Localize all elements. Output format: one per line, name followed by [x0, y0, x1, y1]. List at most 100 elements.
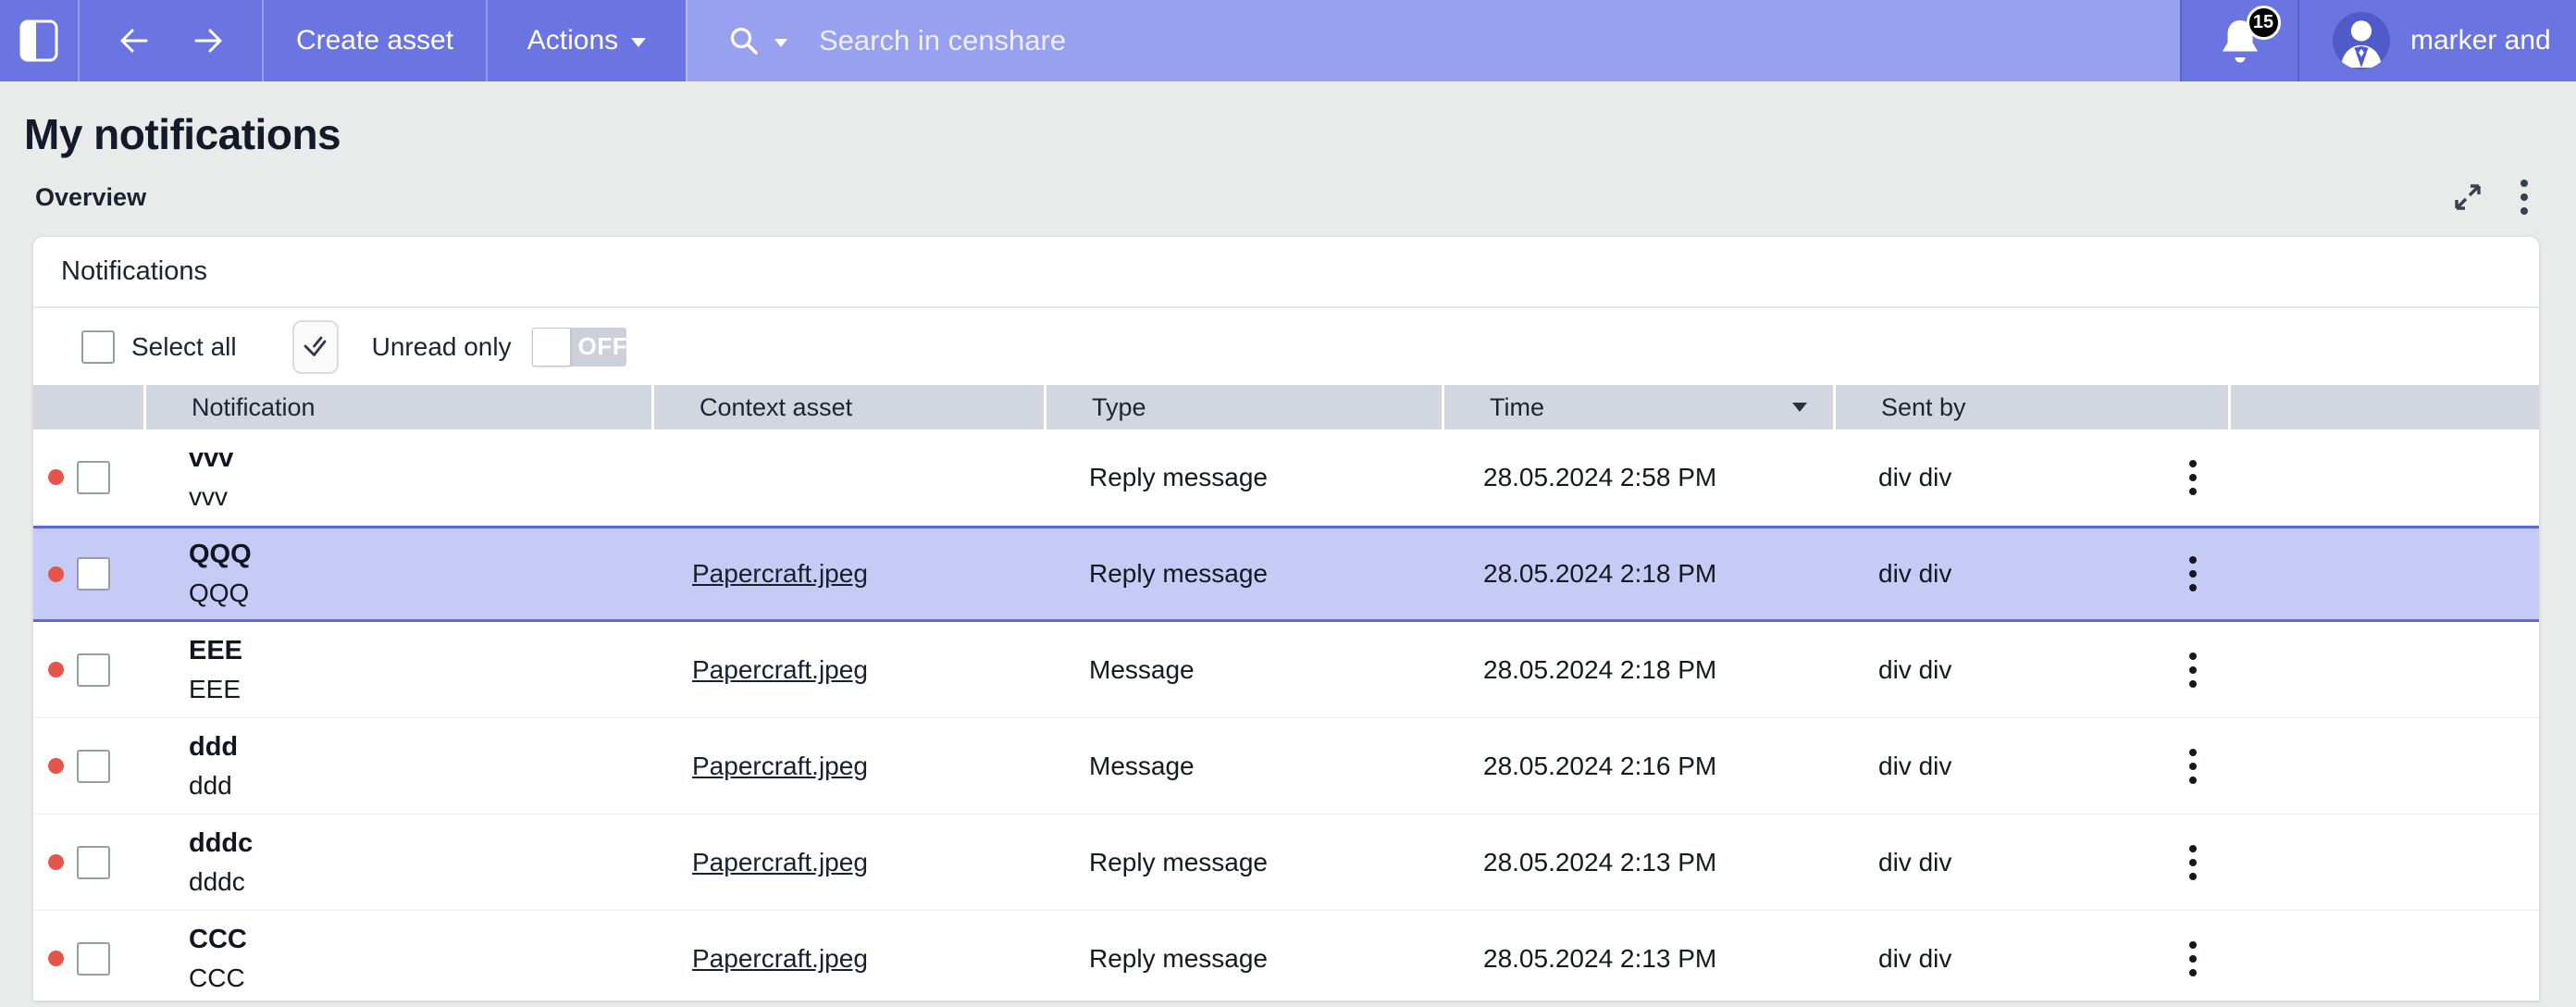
context-asset-link[interactable]: Papercraft.jpeg: [692, 848, 868, 877]
row-checkbox[interactable]: [77, 653, 110, 687]
expand-icon[interactable]: [2452, 181, 2483, 213]
header-context-asset[interactable]: Context asset: [651, 385, 1044, 429]
type-cell: Reply message: [1044, 814, 1442, 910]
select-all-label: Select all: [131, 332, 237, 362]
row-selection-cell: [33, 528, 143, 619]
notification-subtitle: dddc: [189, 867, 245, 897]
actions-label: Actions: [527, 25, 618, 56]
row-selection-cell: [33, 718, 143, 814]
search-input[interactable]: [819, 24, 1652, 57]
create-asset-button[interactable]: Create asset: [262, 0, 486, 81]
select-all-checkbox[interactable]: [81, 330, 115, 364]
row-selection-cell: [33, 622, 143, 717]
sent-by-cell: div div: [1833, 429, 2228, 525]
user-menu-button[interactable]: marker and: [2297, 0, 2576, 81]
row-checkbox[interactable]: [77, 942, 110, 976]
chevron-down-icon: [631, 38, 646, 47]
table-row[interactable]: ddd ddd Papercraft.jpeg Message 28.05.20…: [33, 718, 2539, 814]
notification-cell: QQQ QQQ: [143, 528, 651, 619]
table-row[interactable]: QQQ QQQ Papercraft.jpeg Reply message 28…: [33, 526, 2539, 622]
row-kebab-menu-icon[interactable]: [2189, 845, 2197, 880]
forward-arrow-icon[interactable]: [189, 21, 228, 60]
header-type[interactable]: Type: [1044, 385, 1442, 429]
unread-indicator-dot: [48, 854, 64, 870]
context-asset-cell: Papercraft.jpeg: [651, 814, 1044, 910]
notification-subtitle: ddd: [189, 771, 232, 801]
unread-indicator-dot: [48, 469, 64, 485]
panel-header: Notifications: [33, 237, 2539, 308]
sent-by-cell: div div: [1833, 814, 2228, 910]
row-actions-cell: [2228, 429, 2539, 525]
header-time[interactable]: Time: [1442, 385, 1833, 429]
row-actions-cell: [2228, 528, 2539, 619]
sort-descending-icon[interactable]: [1792, 403, 1807, 412]
section-title: Overview: [35, 183, 146, 212]
row-actions-cell: [2228, 622, 2539, 717]
notification-title: dddc: [189, 828, 253, 859]
table-row[interactable]: vvv vvv Reply message 28.05.2024 2:58 PM…: [33, 429, 2539, 526]
type-cell: Message: [1044, 718, 1442, 814]
overview-kebab-menu-icon[interactable]: [2520, 180, 2528, 215]
context-asset-cell: Papercraft.jpeg: [651, 622, 1044, 717]
sent-by-cell: div div: [1833, 528, 2228, 619]
unread-only-label: Unread only: [372, 332, 512, 362]
header-selection-column: [33, 385, 143, 429]
mark-multiple-read-button[interactable]: [292, 320, 339, 374]
table-row[interactable]: dddc dddc Papercraft.jpeg Reply message …: [33, 814, 2539, 911]
sent-by-value: div div: [1878, 463, 1951, 492]
row-actions-cell: [2228, 911, 2539, 1001]
row-kebab-menu-icon[interactable]: [2189, 460, 2197, 495]
notification-title: QQQ: [189, 540, 252, 570]
row-checkbox[interactable]: [77, 846, 110, 879]
create-asset-label: Create asset: [296, 25, 453, 56]
toggle-state-label: OFF: [578, 332, 625, 361]
unread-only-toggle[interactable]: OFF: [532, 328, 626, 367]
header-notification[interactable]: Notification: [143, 385, 651, 429]
notification-cell: EEE EEE: [143, 622, 651, 717]
context-asset-link[interactable]: Papercraft.jpeg: [692, 752, 868, 781]
sent-by-cell: div div: [1833, 718, 2228, 814]
context-asset-link[interactable]: Papercraft.jpeg: [692, 655, 868, 685]
sent-by-value: div div: [1878, 559, 1951, 589]
row-kebab-menu-icon[interactable]: [2189, 749, 2197, 784]
table-row[interactable]: CCC CCC Papercraft.jpeg Reply message 28…: [33, 911, 2539, 1001]
time-cell: 28.05.2024 2:58 PM: [1442, 429, 1833, 525]
row-kebab-menu-icon[interactable]: [2189, 556, 2197, 591]
table-row[interactable]: EEE EEE Papercraft.jpeg Message 28.05.20…: [33, 622, 2539, 718]
search-scope-chevron-icon[interactable]: [774, 39, 787, 47]
row-kebab-menu-icon[interactable]: [2189, 941, 2197, 976]
unread-indicator-dot: [48, 566, 64, 582]
avatar: [2333, 12, 2390, 69]
notifications-list: vvv vvv Reply message 28.05.2024 2:58 PM…: [33, 429, 2539, 1001]
overview-actions: [2452, 180, 2528, 215]
row-checkbox[interactable]: [77, 461, 110, 494]
top-navigation-bar: Create asset Actions 15: [0, 0, 2576, 81]
sidebar-toggle-button[interactable]: [0, 0, 78, 81]
notification-count-badge: 15: [2247, 6, 2281, 40]
context-asset-cell: [651, 429, 1044, 525]
sent-by-cell: div div: [1833, 911, 2228, 1001]
row-actions-cell: [2228, 718, 2539, 814]
notification-subtitle: EEE: [189, 675, 241, 704]
notifications-bell-button[interactable]: 15: [2180, 0, 2297, 81]
notification-count: 15: [2253, 12, 2273, 33]
panel-title: Notifications: [61, 256, 207, 287]
toggle-knob: [532, 328, 571, 367]
context-asset-cell: Papercraft.jpeg: [651, 718, 1044, 814]
header-actions-column: [2228, 385, 2539, 429]
back-arrow-icon[interactable]: [115, 21, 154, 60]
time-cell: 28.05.2024 2:18 PM: [1442, 622, 1833, 717]
actions-menu-button[interactable]: Actions: [486, 0, 686, 81]
context-asset-link[interactable]: Papercraft.jpeg: [692, 944, 868, 974]
header-sent-by[interactable]: Sent by: [1833, 385, 2228, 429]
time-cell: 28.05.2024 2:13 PM: [1442, 911, 1833, 1001]
type-cell: Message: [1044, 622, 1442, 717]
notification-title: EEE: [189, 636, 242, 666]
row-checkbox[interactable]: [77, 750, 110, 783]
context-asset-link[interactable]: Papercraft.jpeg: [692, 559, 868, 589]
unread-indicator-dot: [48, 951, 64, 966]
history-navigation: [78, 0, 262, 81]
global-search-bar[interactable]: [686, 0, 2180, 81]
row-checkbox[interactable]: [77, 557, 110, 591]
row-kebab-menu-icon[interactable]: [2189, 653, 2197, 688]
